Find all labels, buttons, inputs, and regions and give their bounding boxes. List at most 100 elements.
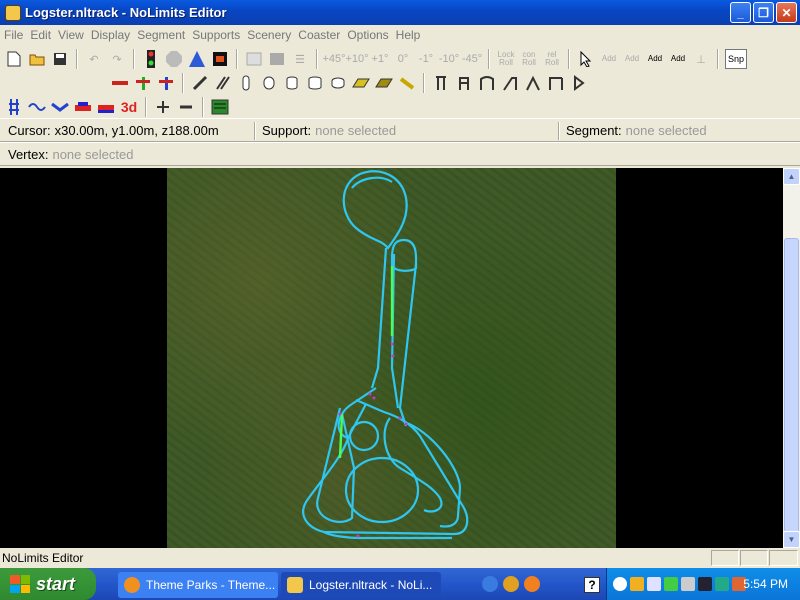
snap-button[interactable]: Snp bbox=[725, 49, 747, 69]
tray-network-icon[interactable] bbox=[647, 577, 661, 591]
scroll-up-icon[interactable]: ▲ bbox=[783, 168, 800, 185]
close-button[interactable]: ✕ bbox=[776, 2, 797, 23]
support-type-1-icon[interactable] bbox=[431, 73, 451, 93]
menu-scenery[interactable]: Scenery bbox=[247, 28, 298, 42]
cursor-value: x30.00m, y1.00m, z188.00m bbox=[54, 122, 219, 138]
toolbar-separator bbox=[717, 49, 719, 69]
open-folder-icon[interactable] bbox=[27, 49, 47, 69]
chevron-wave-icon[interactable] bbox=[50, 97, 70, 117]
vertical-scrollbar[interactable]: ▲ ▼ bbox=[783, 168, 800, 548]
support-marker bbox=[356, 534, 360, 538]
scroll-thumb[interactable] bbox=[784, 238, 799, 533]
menu-help[interactable]: Help bbox=[396, 28, 428, 42]
stop-icon[interactable] bbox=[164, 49, 184, 69]
minimize-button[interactable]: _ bbox=[730, 2, 751, 23]
taskbar-item-editor[interactable]: Logster.nltrack - NoLi... bbox=[281, 572, 441, 598]
menu-segment[interactable]: Segment bbox=[137, 28, 192, 42]
toolbar-separator bbox=[202, 97, 204, 117]
support-tool-icon[interactable] bbox=[187, 49, 207, 69]
zoom-in-icon[interactable] bbox=[153, 97, 173, 117]
menu-view[interactable]: View bbox=[58, 28, 91, 42]
tray-misc-icon[interactable] bbox=[715, 577, 729, 591]
angle-plus10-button[interactable]: +10° bbox=[345, 49, 368, 69]
menu-options[interactable]: Options bbox=[347, 28, 395, 42]
ie-icon[interactable] bbox=[482, 576, 498, 592]
cylinder-small-icon[interactable] bbox=[259, 73, 279, 93]
taskbar-item-browser[interactable]: Theme Parks - Theme... bbox=[118, 572, 278, 598]
new-file-icon[interactable] bbox=[4, 49, 24, 69]
train-blue-icon[interactable] bbox=[96, 97, 116, 117]
pointer-icon[interactable] bbox=[576, 49, 596, 69]
scroll-down-icon[interactable]: ▼ bbox=[783, 531, 800, 548]
add-tree-button[interactable]: Add bbox=[645, 49, 665, 69]
add-vertex-button[interactable]: Add bbox=[599, 49, 619, 69]
app-status-text: NoLimits Editor bbox=[2, 551, 84, 565]
angle-plus1-button[interactable]: +1° bbox=[370, 49, 390, 69]
tray-volume-icon[interactable] bbox=[681, 577, 695, 591]
support-type-7-icon[interactable] bbox=[569, 73, 589, 93]
toolbar-separator bbox=[76, 49, 78, 69]
support-post-green-icon[interactable] bbox=[133, 73, 153, 93]
brake-icon[interactable] bbox=[210, 49, 230, 69]
ground-icon[interactable]: ⊥ bbox=[691, 49, 711, 69]
angle-minus10-button[interactable]: -10° bbox=[439, 49, 459, 69]
clock: 5:54 PM bbox=[743, 577, 788, 591]
support-post-blue-icon[interactable] bbox=[156, 73, 176, 93]
redo-icon[interactable]: ↷ bbox=[107, 49, 127, 69]
beam-yellow-icon[interactable] bbox=[397, 73, 417, 93]
support-rail-icon[interactable] bbox=[110, 73, 130, 93]
support-type-3-icon[interactable] bbox=[477, 73, 497, 93]
beam-diagonal-icon[interactable] bbox=[190, 73, 210, 93]
chrome-icon[interactable] bbox=[503, 576, 519, 592]
traffic-light-icon[interactable] bbox=[141, 49, 161, 69]
cylinder-wide-icon[interactable] bbox=[305, 73, 325, 93]
support-type-5-icon[interactable] bbox=[523, 73, 543, 93]
tray-chevron-icon[interactable] bbox=[613, 577, 627, 591]
angle-zero-button[interactable]: 0° bbox=[393, 49, 413, 69]
zoom-out-icon[interactable] bbox=[176, 97, 196, 117]
editor-canvas[interactable] bbox=[0, 168, 783, 548]
support-type-6-icon[interactable] bbox=[546, 73, 566, 93]
help-icon[interactable]: ? bbox=[584, 577, 600, 593]
view-3d-button[interactable]: 3d bbox=[119, 97, 139, 117]
menu-coaster[interactable]: Coaster bbox=[298, 28, 347, 42]
taskbar-item-label: Theme Parks - Theme... bbox=[146, 578, 276, 592]
angle-minus1-button[interactable]: -1° bbox=[416, 49, 436, 69]
tray-update-icon[interactable] bbox=[664, 577, 678, 591]
angle-minus45-button[interactable]: -45° bbox=[462, 49, 482, 69]
support-type-2-icon[interactable] bbox=[454, 73, 474, 93]
add-segment-button[interactable]: Add bbox=[622, 49, 642, 69]
track-layout[interactable] bbox=[0, 168, 783, 548]
lock-roll-button[interactable]: Lock Roll bbox=[496, 49, 516, 69]
tray-security-icon[interactable] bbox=[698, 577, 712, 591]
menu-edit[interactable]: Edit bbox=[30, 28, 58, 42]
add-support-button[interactable]: Add bbox=[668, 49, 688, 69]
cylinder-icon[interactable] bbox=[282, 73, 302, 93]
firefox-quick-icon[interactable] bbox=[524, 576, 540, 592]
track-heartline-icon[interactable] bbox=[4, 97, 24, 117]
train-red-icon[interactable] bbox=[73, 97, 93, 117]
disc-icon[interactable] bbox=[328, 73, 348, 93]
footer-plate-icon[interactable] bbox=[351, 73, 371, 93]
align-icon[interactable]: ☰ bbox=[290, 49, 310, 69]
angle-plus45-button[interactable]: +45° bbox=[322, 49, 345, 69]
save-icon[interactable] bbox=[50, 49, 70, 69]
maximize-button[interactable]: ❐ bbox=[753, 2, 774, 23]
rel-roll-button[interactable]: rel Roll bbox=[542, 49, 562, 69]
block-icon[interactable] bbox=[267, 49, 287, 69]
menu-display[interactable]: Display bbox=[91, 28, 137, 42]
start-button[interactable]: start bbox=[0, 568, 96, 600]
grid-icon[interactable] bbox=[244, 49, 264, 69]
footer-block-icon[interactable] bbox=[374, 73, 394, 93]
column-icon[interactable] bbox=[236, 73, 256, 93]
vertex-field: Vertex: none selected bbox=[8, 147, 133, 162]
wave-icon[interactable] bbox=[27, 97, 47, 117]
beam-double-icon[interactable] bbox=[213, 73, 233, 93]
tray-app-icon[interactable] bbox=[630, 577, 644, 591]
terrain-icon[interactable] bbox=[210, 97, 230, 117]
support-type-4-icon[interactable] bbox=[500, 73, 520, 93]
undo-icon[interactable]: ↶ bbox=[84, 49, 104, 69]
con-roll-button[interactable]: con Roll bbox=[519, 49, 539, 69]
menu-supports[interactable]: Supports bbox=[192, 28, 247, 42]
menu-file[interactable]: File bbox=[4, 28, 30, 42]
